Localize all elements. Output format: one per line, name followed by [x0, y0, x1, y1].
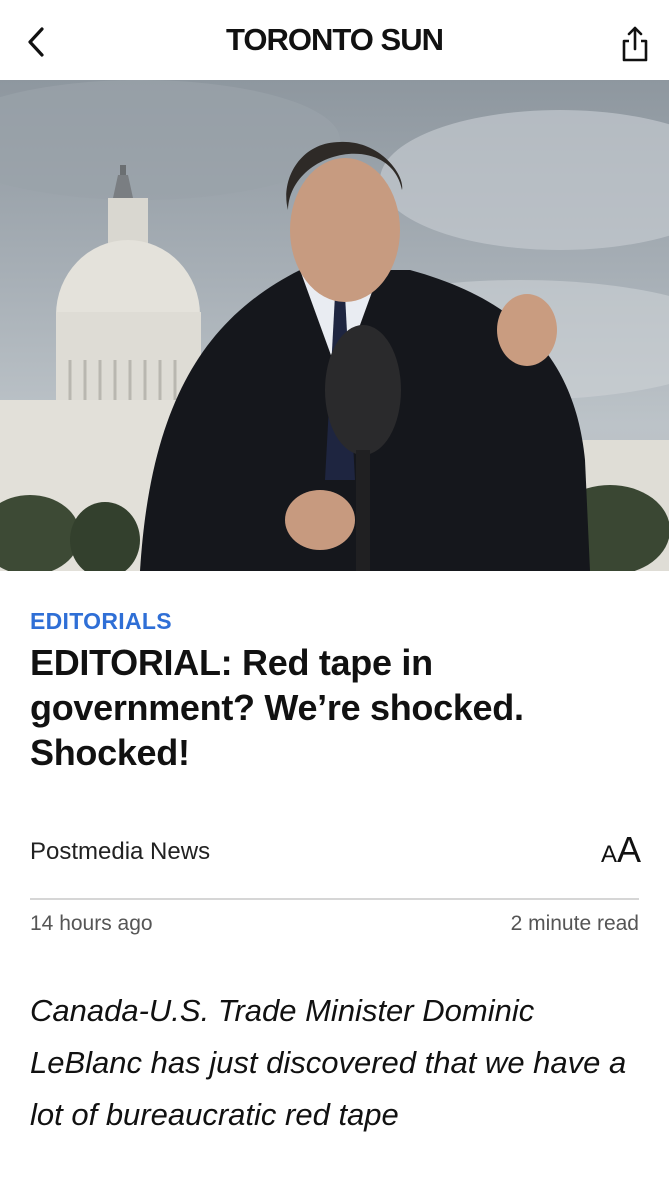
share-icon [622, 26, 648, 62]
hero-photo-illustration [0, 80, 669, 571]
text-size-button[interactable]: AA [601, 830, 641, 875]
logo-sun: SUN [380, 22, 444, 57]
share-button[interactable] [617, 22, 653, 66]
divider [30, 898, 639, 900]
top-bar: TORONTO SUN [0, 0, 669, 80]
author-name[interactable]: Postmedia News [30, 838, 210, 866]
read-time: 2 minute read [510, 912, 639, 935]
section-label[interactable]: EDITORIALS [30, 608, 172, 635]
text-size-large-a: A [616, 829, 641, 870]
logo-toronto: TORONTO [226, 22, 374, 57]
site-logo[interactable]: TORONTO SUN [0, 22, 669, 58]
article-lede: Canada-U.S. Trade Minister Dominic LeBla… [30, 993, 627, 1132]
hero-image [0, 80, 669, 571]
text-size-small-a: A [600, 841, 617, 868]
published-time: 14 hours ago [30, 912, 153, 935]
article-headline: EDITORIAL: Red tape in government? We’re… [30, 642, 524, 773]
